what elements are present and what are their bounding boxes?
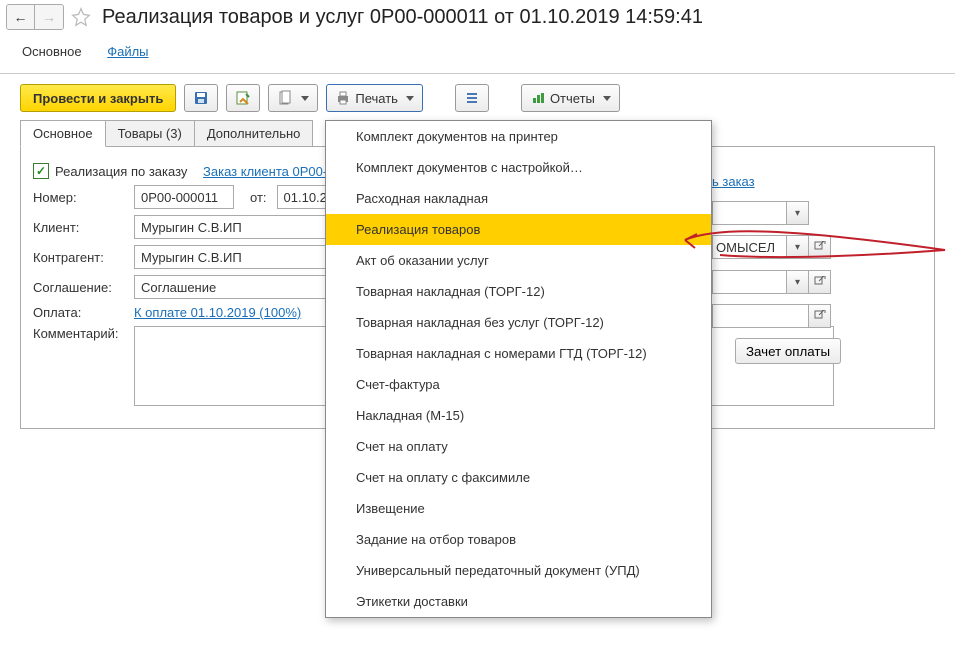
subtab-extra[interactable]: Дополнительно xyxy=(194,120,314,146)
print-menu-item[interactable]: Задание на отбор товаров xyxy=(326,524,711,555)
org-frag[interactable]: ОМЫСЕЛ xyxy=(712,235,787,259)
print-button[interactable]: Печать xyxy=(326,84,423,112)
create-based-on-button[interactable] xyxy=(268,84,318,112)
post-icon xyxy=(235,90,251,106)
list-view-button[interactable] xyxy=(455,84,489,112)
print-menu-item[interactable]: Счет на оплату xyxy=(326,431,711,462)
print-dropdown-menu: Комплект документов на принтерКомплект д… xyxy=(325,120,712,618)
field3-open-button[interactable] xyxy=(809,270,831,294)
field2-dropdown-button[interactable]: ▾ xyxy=(787,235,809,259)
print-menu-item[interactable]: Извещение xyxy=(326,493,711,524)
reports-button-label: Отчеты xyxy=(550,91,595,106)
favorite-star-icon[interactable] xyxy=(70,6,92,28)
print-menu-item[interactable]: Счет на оплату с факсимиле xyxy=(326,462,711,493)
print-menu-item[interactable]: Расходная накладная xyxy=(326,183,711,214)
nav-back-button[interactable]: ← xyxy=(7,5,35,29)
print-menu-item[interactable]: Универсальный передаточный документ (УПД… xyxy=(326,555,711,586)
print-menu-item[interactable]: Товарная накладная (ТОРГ-12) xyxy=(326,276,711,307)
comment-label: Комментарий: xyxy=(33,326,128,341)
from-label: от: xyxy=(250,190,267,205)
payment-link[interactable]: К оплате 01.10.2019 (100%) xyxy=(134,305,301,320)
print-menu-item[interactable]: Товарная накладная без услуг (ТОРГ-12) xyxy=(326,307,711,338)
print-menu-item[interactable]: Комплект документов на принтер xyxy=(326,121,711,152)
field4-open-button[interactable] xyxy=(809,304,831,328)
post-and-close-button[interactable]: Провести и закрыть xyxy=(20,84,176,112)
post-button[interactable] xyxy=(226,84,260,112)
print-menu-item[interactable]: Счет-фактура xyxy=(326,369,711,400)
top-tab-main[interactable]: Основное xyxy=(20,40,84,63)
client-label: Клиент: xyxy=(33,220,128,235)
order-link[interactable]: Заказ клиента 0Р00- xyxy=(203,164,327,179)
document-icon xyxy=(277,90,293,106)
print-menu-item[interactable]: Товарная накладная с номерами ГТД (ТОРГ-… xyxy=(326,338,711,369)
agreement-input[interactable]: Соглашение xyxy=(134,275,334,299)
field2-open-button[interactable] xyxy=(809,235,831,259)
client-input[interactable]: Мурыгин С.В.ИП xyxy=(134,215,334,239)
list-icon xyxy=(464,90,480,106)
print-menu-item[interactable]: Этикетки доставки xyxy=(326,586,711,617)
counterparty-label: Контрагент: xyxy=(33,250,128,265)
printer-icon xyxy=(335,90,351,106)
subtab-main[interactable]: Основное xyxy=(20,120,106,147)
print-menu-item[interactable]: Накладная (М-15) xyxy=(326,400,711,431)
chart-icon xyxy=(530,90,546,106)
number-input[interactable]: 0Р00-000011 xyxy=(134,185,234,209)
top-tab-files[interactable]: Файлы xyxy=(105,40,150,63)
print-button-label: Печать xyxy=(355,91,398,106)
page-title: Реализация товаров и услуг 0Р00-000011 о… xyxy=(102,6,703,29)
number-label: Номер: xyxy=(33,190,128,205)
arrow-left-icon: ← xyxy=(14,9,28,25)
subtab-goods[interactable]: Товары (3) xyxy=(105,120,195,146)
counterparty-input[interactable]: Мурыгин С.В.ИП xyxy=(134,245,334,269)
reports-button[interactable]: Отчеты xyxy=(521,84,620,112)
by-order-checkbox[interactable]: ✓ xyxy=(33,163,49,179)
order-tail-link[interactable]: ь заказ xyxy=(712,174,755,189)
save-button[interactable] xyxy=(184,84,218,112)
field1-dropdown-button[interactable]: ▾ xyxy=(787,201,809,225)
arrow-right-icon: → xyxy=(42,9,56,25)
by-order-label: Реализация по заказу xyxy=(55,164,187,179)
nav-forward-button[interactable]: → xyxy=(35,5,63,29)
print-menu-item[interactable]: Комплект документов с настройкой… xyxy=(326,152,711,183)
field3-dropdown-button[interactable]: ▾ xyxy=(787,270,809,294)
print-menu-item[interactable]: Акт об оказании услуг xyxy=(326,245,711,276)
payment-label: Оплата: xyxy=(33,305,128,320)
offset-payment-button[interactable]: Зачет оплаты xyxy=(735,338,841,364)
agreement-label: Соглашение: xyxy=(33,280,128,295)
print-menu-item[interactable]: Реализация товаров xyxy=(326,214,711,245)
save-icon xyxy=(193,90,209,106)
